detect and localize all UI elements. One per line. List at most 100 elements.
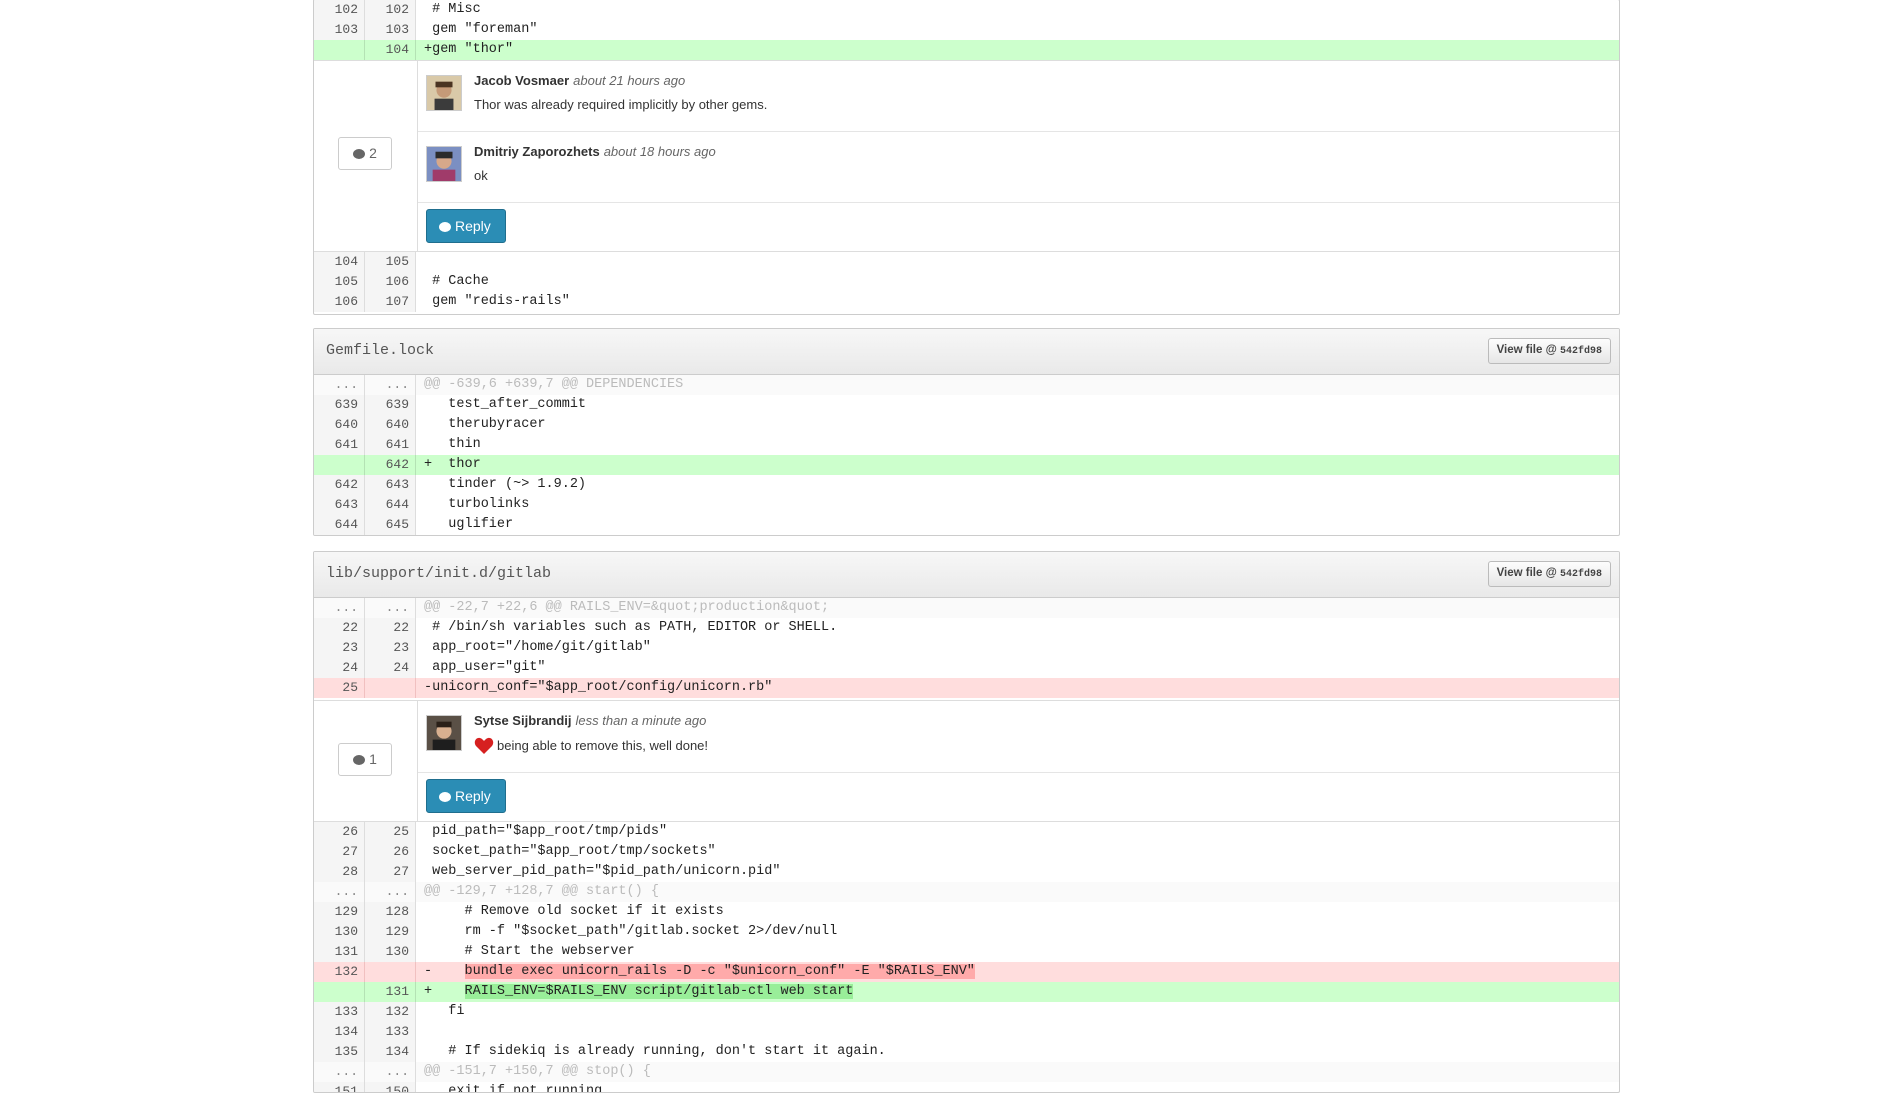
new-line-number[interactable]: 150 — [365, 1082, 416, 1092]
old-line-number[interactable]: 103 — [314, 20, 365, 40]
changed-text-highlight: RAILS_ENV=$RAILS_ENV script/gitlab-ctl w… — [464, 984, 854, 999]
old-line-number[interactable]: 106 — [314, 292, 365, 312]
line-code: rm -f "$socket_path"/gitlab.socket 2>/de… — [424, 924, 838, 939]
old-line-number[interactable]: 132 — [314, 962, 365, 982]
old-line-number[interactable]: ... — [314, 375, 365, 395]
diff-line: 25 -unicorn_conf="$app_root/config/unicor… — [314, 678, 1619, 698]
view-file-button[interactable]: View file @ 542fd98 — [1487, 338, 1611, 364]
old-line-number[interactable]: 643 — [314, 495, 365, 515]
note-time: about 21 hours ago — [573, 73, 686, 88]
old-line-number[interactable]: 105 — [314, 272, 365, 292]
old-line-number[interactable]: 135 — [314, 1042, 365, 1062]
new-line-number[interactable]: 130 — [365, 942, 416, 962]
new-line-number[interactable]: 24 — [365, 658, 416, 678]
old-line-number[interactable]: 102 — [314, 0, 365, 20]
old-line-number[interactable]: 27 — [314, 842, 365, 862]
note-author[interactable]: Sytse Sijbrandij less than a minute ago — [474, 713, 706, 728]
new-line-number[interactable]: ... — [365, 1062, 416, 1082]
old-line-number[interactable]: 151 — [314, 1082, 365, 1092]
old-line-number[interactable]: 644 — [314, 515, 365, 535]
note-author[interactable]: Dmitriy Zaporozhets about 18 hours ago — [474, 144, 716, 159]
old-line-number[interactable]: 22 — [314, 618, 365, 638]
new-line-number[interactable]: 645 — [365, 515, 416, 535]
new-line-number[interactable]: 107 — [365, 292, 416, 312]
old-line-number[interactable]: 133 — [314, 1002, 365, 1022]
line-code: # Start the webserver — [424, 944, 635, 959]
note-author[interactable]: Jacob Vosmaer about 21 hours ago — [474, 73, 685, 88]
old-line-number[interactable]: 129 — [314, 902, 365, 922]
line-code: therubyracer — [424, 417, 546, 432]
new-line-number[interactable]: ... — [365, 882, 416, 902]
new-line-number[interactable]: 131 — [365, 982, 416, 1002]
old-line-number[interactable]: 23 — [314, 638, 365, 658]
reply-button[interactable]: Reply — [426, 779, 506, 813]
new-line-number[interactable]: 22 — [365, 618, 416, 638]
hunk-header-row: ...... @@ -22,7 +22,6 @@ RAILS_ENV=&quot;… — [314, 598, 1619, 618]
new-line-number[interactable]: 23 — [365, 638, 416, 658]
comments-toggle-button[interactable]: 1 — [338, 743, 392, 776]
diff-line: 644 645 uglifier — [314, 515, 1619, 535]
line-code: # Remove old socket if it exists — [424, 904, 724, 919]
new-line-number[interactable] — [365, 678, 416, 698]
comments-toggle-button[interactable]: 2 — [338, 137, 392, 170]
new-line-number[interactable]: ... — [365, 598, 416, 618]
new-line-number[interactable]: 105 — [365, 252, 416, 272]
old-line-number[interactable]: 26 — [314, 822, 365, 842]
line-code: @@ -129,7 +128,7 @@ start() { — [416, 882, 1619, 902]
old-line-number[interactable]: 639 — [314, 395, 365, 415]
new-line-number[interactable] — [365, 962, 416, 982]
reply-button[interactable]: Reply — [426, 209, 506, 243]
line-code: socket_path="$app_root/tmp/sockets" — [424, 844, 716, 859]
file-diff-gemfile: 102 102 # Misc 103 103 gem "foreman" 104 +gem… — [313, 0, 1620, 315]
new-line-number[interactable]: 132 — [365, 1002, 416, 1022]
old-line-number[interactable]: ... — [314, 1062, 365, 1082]
old-line-number[interactable]: 25 — [314, 678, 365, 698]
old-line-number[interactable]: 104 — [314, 252, 365, 272]
old-line-number[interactable]: 130 — [314, 922, 365, 942]
view-file-button[interactable]: View file @ 542fd98 — [1487, 561, 1611, 587]
line-code: -unicorn_conf="$app_root/config/unicorn.… — [416, 678, 1619, 698]
diff-line: 102 102 # Misc — [314, 0, 1619, 20]
diff-line: 130 129 rm -f "$socket_path"/gitlab.socke… — [314, 922, 1619, 942]
old-line-number[interactable] — [314, 40, 365, 60]
new-line-number[interactable]: 106 — [365, 272, 416, 292]
notes-gutter: 2 — [314, 61, 418, 251]
line-code: turbolinks — [424, 497, 530, 512]
avatar — [426, 146, 462, 182]
new-line-number[interactable]: 27 — [365, 862, 416, 882]
new-line-number[interactable]: 641 — [365, 435, 416, 455]
new-line-number[interactable]: 639 — [365, 395, 416, 415]
new-line-number[interactable]: 104 — [365, 40, 416, 60]
new-line-number[interactable]: 133 — [365, 1022, 416, 1042]
old-line-number[interactable]: 131 — [314, 942, 365, 962]
diff-line: 28 27 web_server_pid_path="$pid_path/unic… — [314, 862, 1619, 882]
new-line-number[interactable]: 128 — [365, 902, 416, 922]
new-line-number[interactable]: 134 — [365, 1042, 416, 1062]
new-line-number[interactable]: 642 — [365, 455, 416, 475]
new-line-number[interactable]: 129 — [365, 922, 416, 942]
old-line-number[interactable]: ... — [314, 598, 365, 618]
old-line-number[interactable]: ... — [314, 882, 365, 902]
old-line-number[interactable]: 28 — [314, 862, 365, 882]
new-line-number[interactable]: 102 — [365, 0, 416, 20]
file-header: lib/support/init.d/gitlab View file @ 54… — [314, 552, 1619, 598]
line-code: tinder (~> 1.9.2) — [424, 477, 587, 492]
line-code: # /bin/sh variables such as PATH, EDITOR… — [424, 620, 838, 635]
old-line-number[interactable]: 642 — [314, 475, 365, 495]
new-line-number[interactable]: 643 — [365, 475, 416, 495]
old-line-number[interactable]: 641 — [314, 435, 365, 455]
new-line-number[interactable]: 103 — [365, 20, 416, 40]
new-line-number[interactable]: 25 — [365, 822, 416, 842]
new-line-number[interactable]: ... — [365, 375, 416, 395]
old-line-number[interactable]: 640 — [314, 415, 365, 435]
new-line-number[interactable]: 640 — [365, 415, 416, 435]
old-line-number[interactable]: 134 — [314, 1022, 365, 1042]
new-line-number[interactable]: 644 — [365, 495, 416, 515]
old-line-number[interactable] — [314, 982, 365, 1002]
diff-line: 103 103 gem "foreman" — [314, 20, 1619, 40]
new-line-number[interactable]: 26 — [365, 842, 416, 862]
hunk-header-row: ...... @@ -129,7 +128,7 @@ start() { — [314, 882, 1619, 902]
old-line-number[interactable]: 24 — [314, 658, 365, 678]
comment-count: 1 — [369, 751, 377, 767]
old-line-number[interactable] — [314, 455, 365, 475]
